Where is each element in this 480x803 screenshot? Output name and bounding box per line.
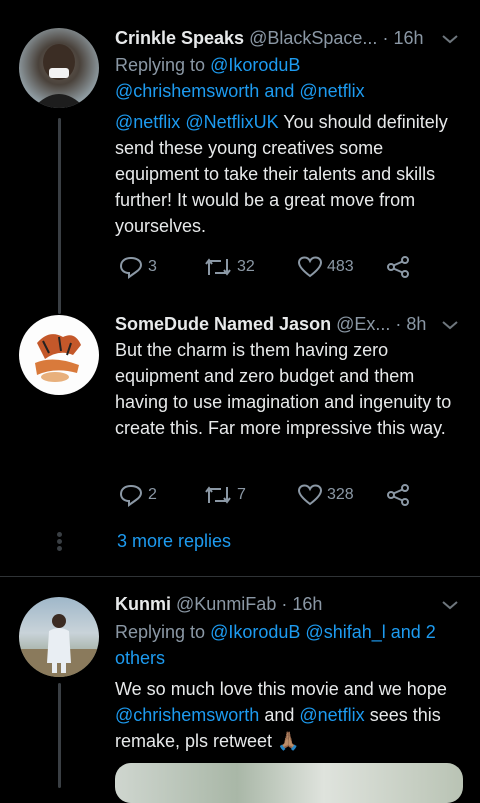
reply-button[interactable]: 3 — [118, 252, 157, 282]
retweet-count: 7 — [237, 486, 246, 503]
share-icon — [385, 255, 411, 279]
avatar[interactable] — [19, 597, 99, 677]
like-button[interactable]: 328 — [297, 480, 354, 510]
thread-dots — [57, 532, 62, 551]
like-count: 328 — [327, 486, 354, 503]
mention-link[interactable]: @chrishemsworth — [115, 705, 259, 725]
display-name[interactable]: Crinkle Speaks — [115, 28, 244, 48]
divider — [0, 576, 480, 577]
reply-icon — [118, 255, 144, 279]
mention-link[interactable]: @netflix — [299, 705, 364, 725]
retweet-count: 32 — [237, 258, 255, 275]
share-button[interactable] — [385, 480, 411, 510]
tweet-media-image[interactable] — [115, 763, 463, 803]
mention-link[interactable]: @shifah_l — [305, 622, 385, 642]
tweet-header: SomeDude Named Jason @Ex... · 8h — [115, 313, 426, 335]
like-button[interactable]: 483 — [297, 252, 354, 282]
chevron-down-icon[interactable] — [440, 315, 460, 335]
reply-button[interactable]: 2 — [118, 480, 157, 510]
more-replies-link[interactable]: 3 more replies — [117, 531, 231, 552]
user-handle[interactable]: @KunmiFab — [176, 594, 276, 614]
heart-icon — [297, 483, 323, 507]
timestamp[interactable]: · 16h — [382, 28, 423, 48]
mention-link[interactable]: @chrishemsworth — [115, 81, 259, 101]
display-name[interactable]: SomeDude Named Jason — [115, 314, 331, 334]
tweet-text: We so much love this movie and we hope @… — [115, 679, 447, 751]
mention-link[interactable]: @netflix — [115, 112, 180, 132]
display-name[interactable]: Kunmi — [115, 594, 171, 614]
replying-to: Replying to @IkoroduB @chrishemsworth an… — [115, 55, 365, 101]
tweet-text: But the charm is them having zero equipm… — [115, 340, 452, 438]
chevron-down-icon[interactable] — [440, 595, 460, 615]
timestamp[interactable]: · 16h — [281, 594, 322, 614]
mention-link[interactable]: @IkoroduB — [210, 622, 300, 642]
retweet-icon — [203, 255, 233, 279]
tweet-text: @netflix @NetflixUK You should definitel… — [115, 112, 448, 236]
share-button[interactable] — [385, 252, 411, 282]
mention-link[interactable]: @netflix — [299, 81, 364, 101]
user-handle[interactable]: @BlackSpace... — [249, 28, 377, 48]
praying-hands-emoji: 🙏🏽 — [277, 731, 300, 751]
mention-link[interactable]: @NetflixUK — [185, 112, 278, 132]
reply-count: 3 — [148, 258, 157, 275]
retweet-button[interactable]: 7 — [203, 480, 246, 510]
like-count: 483 — [327, 258, 354, 275]
retweet-icon — [203, 483, 233, 507]
reply-icon — [118, 483, 144, 507]
chevron-down-icon[interactable] — [440, 29, 460, 49]
avatar[interactable] — [19, 28, 99, 108]
tweet-actions: 2 7 328 — [115, 480, 415, 510]
user-handle[interactable]: @Ex... — [336, 314, 390, 334]
replying-to: Replying to @IkoroduB @shifah_l and 2 ot… — [115, 622, 436, 668]
timestamp[interactable]: · 8h — [395, 314, 426, 334]
retweet-button[interactable]: 32 — [203, 252, 255, 282]
tweet-actions: 3 32 483 — [115, 252, 415, 282]
mention-link[interactable]: @IkoroduB — [210, 55, 300, 75]
share-icon — [385, 483, 411, 507]
reply-count: 2 — [148, 486, 157, 503]
thread-line — [58, 118, 61, 314]
tweet-header: Crinkle Speaks @BlackSpace... · 16h — [115, 27, 423, 49]
thread-line — [58, 683, 61, 788]
tweet-header: Kunmi @KunmiFab · 16h — [115, 593, 322, 615]
heart-icon — [297, 255, 323, 279]
avatar[interactable] — [19, 315, 99, 395]
